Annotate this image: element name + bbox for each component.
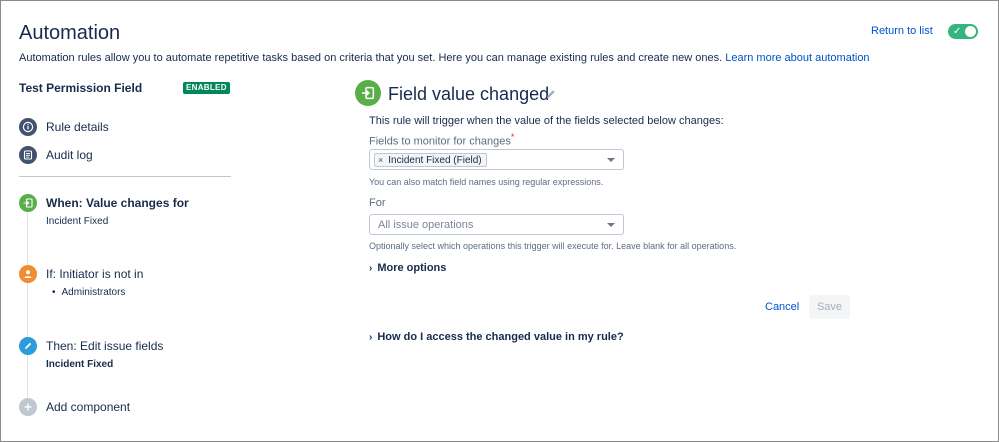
- trigger-title: Field value changed: [388, 84, 550, 104]
- operations-help-text: Optionally select which operations this …: [369, 241, 737, 251]
- chevron-right-icon: ›: [369, 331, 373, 343]
- selected-field-label: Incident Fixed (Field): [388, 154, 482, 166]
- cancel-button[interactable]: Cancel: [757, 295, 807, 319]
- component-detail: Incident Fixed: [46, 216, 109, 227]
- person-icon: [19, 265, 37, 283]
- chevron-down-icon[interactable]: [607, 158, 615, 162]
- page-title: Automation: [19, 22, 121, 44]
- pencil-icon: [19, 337, 37, 355]
- faq-label: How do I access the changed value in my …: [377, 331, 624, 343]
- chevron-right-icon: ›: [369, 262, 373, 274]
- selected-field-tag: × Incident Fixed (Field): [374, 153, 487, 167]
- edit-title-pencil-icon[interactable]: [545, 88, 557, 100]
- sidebar-item-label: Audit log: [46, 148, 93, 162]
- description-text: Automation rules allow you to automate r…: [19, 52, 723, 64]
- component-detail: Incident Fixed: [46, 359, 114, 370]
- chevron-down-icon[interactable]: [607, 223, 615, 227]
- return-to-list-link[interactable]: Return to list: [871, 25, 933, 37]
- info-icon: [19, 118, 37, 136]
- sidebar-item-audit-log[interactable]: Audit log: [19, 146, 93, 164]
- operations-placeholder: All issue operations: [378, 219, 474, 231]
- faq-toggle[interactable]: › How do I access the changed value in m…: [369, 331, 624, 343]
- component-then[interactable]: Then: Edit issue fields Incident Fixed: [19, 337, 249, 370]
- status-badge: ENABLED: [183, 82, 230, 94]
- component-when[interactable]: When: Value changes for Incident Fixed: [19, 194, 249, 227]
- add-component-button[interactable]: Add component: [19, 398, 130, 416]
- sidebar-divider: [19, 176, 231, 177]
- fields-label-text: Fields to monitor for changes: [369, 135, 511, 148]
- component-if[interactable]: If: Initiator is not in Administrators: [19, 265, 249, 298]
- page-description: Automation rules allow you to automate r…: [19, 52, 870, 64]
- component-title: If: Initiator is not in: [46, 267, 144, 281]
- remove-tag-icon[interactable]: ×: [378, 155, 383, 165]
- document-icon: [19, 146, 37, 164]
- trigger-description: This rule will trigger when the value of…: [369, 115, 724, 127]
- sidebar-item-rule-details[interactable]: Rule details: [19, 118, 109, 136]
- rule-name: Test Permission Field: [19, 81, 143, 95]
- trigger-header-icon: [355, 80, 381, 106]
- trigger-icon: [19, 194, 37, 212]
- learn-more-link[interactable]: Learn more about automation: [725, 52, 869, 64]
- required-mark: *: [510, 132, 515, 142]
- component-title: Then: Edit issue fields: [46, 339, 164, 353]
- component-title: When: Value changes for: [46, 196, 189, 210]
- more-options-label: More options: [377, 262, 447, 274]
- fields-select[interactable]: × Incident Fixed (Field): [369, 149, 624, 170]
- more-options-toggle[interactable]: › More options: [369, 262, 446, 274]
- add-component-label: Add component: [46, 400, 131, 414]
- toggle-knob: [965, 26, 976, 37]
- for-label: For: [369, 197, 386, 209]
- operations-select[interactable]: All issue operations: [369, 214, 624, 235]
- plus-icon: [19, 398, 37, 416]
- component-detail: Administrators: [52, 287, 249, 298]
- check-icon: ✓: [953, 26, 962, 37]
- save-button[interactable]: Save: [809, 295, 850, 319]
- fields-help-text: You can also match field names using reg…: [369, 177, 604, 187]
- rule-enabled-toggle[interactable]: ✓: [948, 24, 978, 39]
- sidebar-item-label: Rule details: [46, 120, 109, 134]
- fields-label: Fields to monitor for changes*: [369, 132, 514, 148]
